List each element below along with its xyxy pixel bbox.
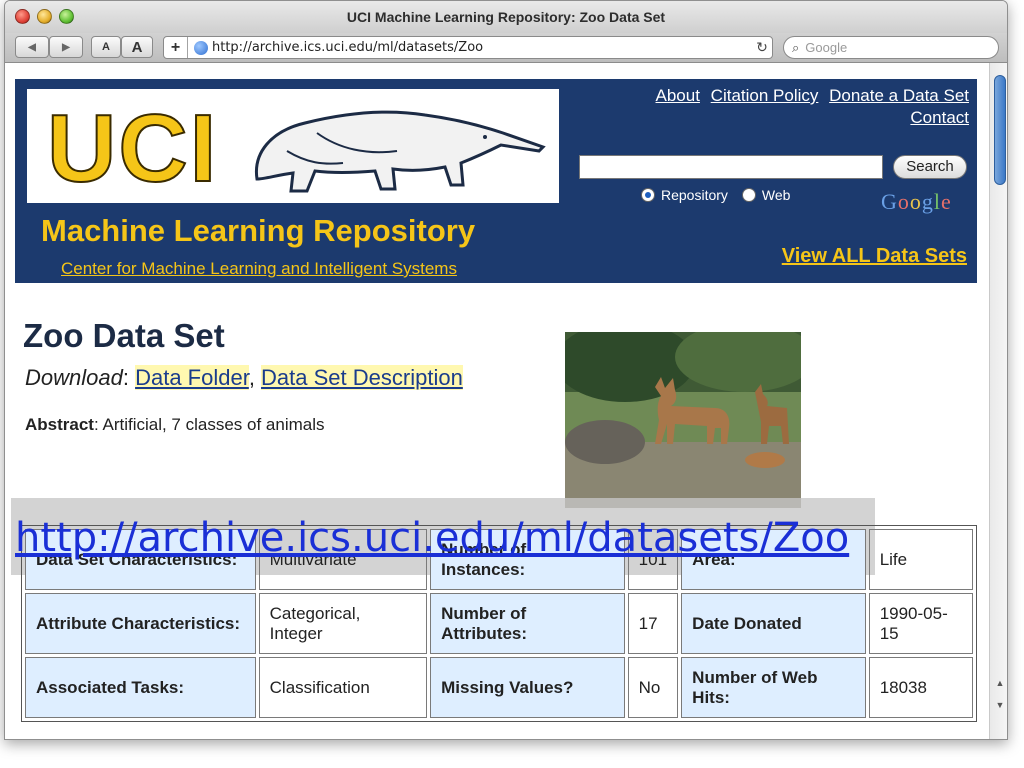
table-cell: 17 [627, 593, 679, 654]
download-label: Download [25, 365, 123, 390]
repository-radio[interactable] [641, 188, 655, 202]
web-radio[interactable] [741, 188, 756, 202]
add-bookmark-button[interactable]: + [164, 37, 188, 58]
table-row: Associated Tasks: Classification Missing… [25, 657, 973, 718]
top-links: About Citation Policy Donate a Data Set … [650, 85, 970, 129]
dataset-title: Zoo Data Set [23, 317, 225, 354]
abstract-text: : Artificial, 7 classes of animals [93, 415, 325, 434]
table-header-cell: Missing Values? [430, 657, 625, 718]
site-title: Machine Learning Repository [41, 213, 476, 248]
table-row: Attribute Characteristics: Categorical, … [25, 593, 973, 654]
back-icon: ◀ [28, 41, 36, 53]
donate-data-set-link[interactable]: Donate a Data Set [829, 86, 969, 105]
text-bigger-button[interactable]: A [121, 36, 153, 58]
view-all-data-sets-link[interactable]: View ALL Data Sets [782, 245, 967, 268]
table-header-cell: Attribute Characteristics: [25, 593, 256, 654]
globe-icon [194, 40, 208, 55]
scroll-down-icon[interactable]: ▼ [994, 699, 1006, 711]
search-placeholder: Google [805, 40, 848, 55]
site-banner: UCI Machine Learning Repository Center f… [15, 79, 977, 283]
scroll-up-icon[interactable]: ▲ [994, 677, 1006, 689]
cmlis-link[interactable]: Center for Machine Learning and Intellig… [61, 259, 457, 279]
text-smaller-button[interactable]: A [91, 36, 121, 58]
search-scope: Repository Web [641, 187, 790, 203]
table-header-cell: Associated Tasks: [25, 657, 256, 718]
window-title: UCI Machine Learning Repository: Zoo Dat… [346, 9, 666, 25]
abstract-label: Abstract [25, 415, 94, 434]
anteater-logo-icon [254, 110, 546, 193]
google-logo: Google [881, 189, 952, 214]
table-cell: Life [868, 529, 973, 590]
site-search-input[interactable] [579, 155, 883, 179]
contact-link[interactable]: Contact [910, 108, 969, 127]
repository-radio-label: Repository [661, 187, 728, 203]
scrollbar-thumb[interactable] [994, 75, 1006, 185]
citation-policy-link[interactable]: Citation Policy [711, 86, 819, 105]
web-page: UCI Machine Learning Repository Center f… [5, 63, 989, 739]
site-search-button[interactable]: Search [893, 155, 967, 179]
table-cell: 1990-05-15 [868, 593, 973, 654]
deer-photo [565, 332, 801, 508]
title-bar: UCI Machine Learning Repository: Zoo Dat… [5, 1, 1007, 33]
search-field[interactable]: ⌕ Google [783, 36, 999, 59]
uci-logo[interactable]: UCI [27, 89, 559, 203]
vertical-scrollbar[interactable]: ▲ ▼ [989, 63, 1007, 739]
table-cell: Classification [258, 657, 428, 718]
download-line: Download: Data Folder, Data Set Descript… [25, 365, 463, 390]
forward-icon: ▶ [62, 41, 70, 53]
abstract: Abstract: Artificial, 7 classes of anima… [25, 415, 325, 435]
browser-window: UCI Machine Learning Repository: Zoo Dat… [4, 0, 1008, 740]
table-cell: 18038 [868, 657, 973, 718]
overlay-url-link[interactable]: http://archive.ics.uci.edu/ml/datasets/Z… [15, 513, 875, 563]
table-cell: No [627, 657, 679, 718]
reload-icon[interactable]: ↻ [752, 39, 772, 56]
uci-logo-text: UCI [46, 94, 219, 203]
search-icon: ⌕ [792, 39, 800, 55]
table-header-cell: Number of Attributes: [430, 593, 625, 654]
about-link[interactable]: About [656, 86, 700, 105]
browser-toolbar: ◀ ▶ A A + http://archive.ics.uci.edu/ml/… [5, 33, 1007, 63]
data-folder-link[interactable]: Data Folder [135, 365, 249, 390]
table-header-cell: Date Donated [681, 593, 866, 654]
back-button[interactable]: ◀ [15, 36, 49, 58]
url-text[interactable]: http://archive.ics.uci.edu/ml/datasets/Z… [212, 40, 752, 55]
address-bar[interactable]: + http://archive.ics.uci.edu/ml/datasets… [163, 36, 773, 59]
data-set-description-link[interactable]: Data Set Description [261, 365, 463, 390]
table-cell: Categorical, Integer [258, 593, 428, 654]
web-radio-label: Web [761, 187, 791, 203]
text-bigger-label: A [131, 38, 143, 56]
table-header-cell: Number of Web Hits: [681, 657, 866, 718]
forward-button[interactable]: ▶ [49, 36, 83, 58]
text-smaller-label: A [102, 41, 110, 53]
